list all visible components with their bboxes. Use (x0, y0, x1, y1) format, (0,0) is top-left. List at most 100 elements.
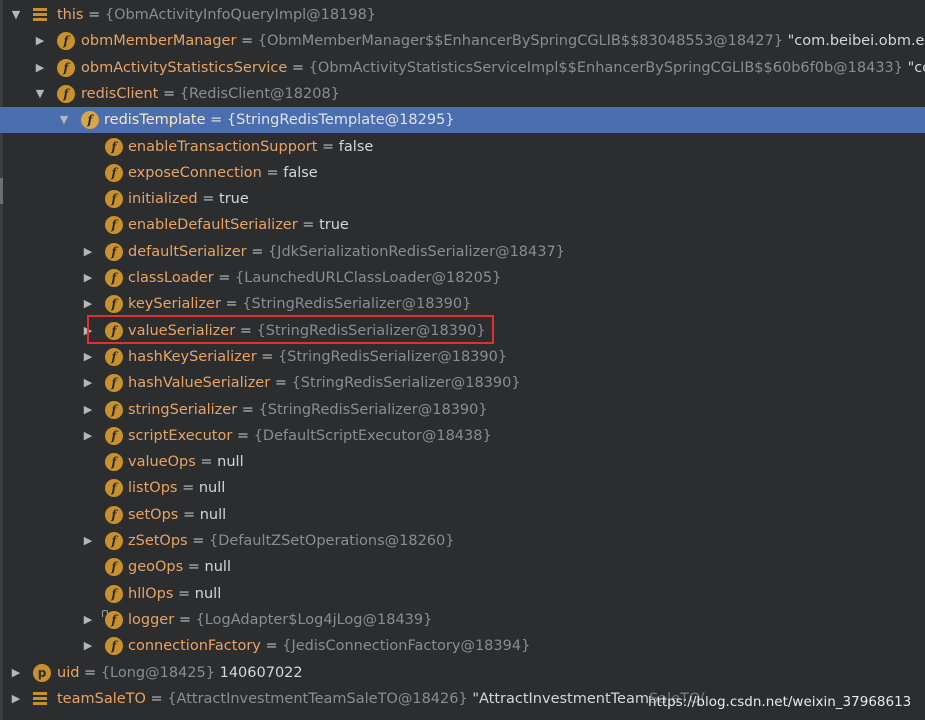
variable-row-classLoader[interactable]: ▶ f classLoader = {LaunchedURLClassLoader@… (0, 265, 925, 291)
expand-arrow-icon[interactable]: ▶ (81, 239, 95, 265)
variable-text: zSetOps = {DefaultZSetOperations@18260} (128, 528, 455, 554)
variable-text: hashValueSerializer = {StringRedisSerial… (128, 370, 521, 396)
expand-arrow-icon[interactable]: ▶ (9, 660, 23, 686)
collapse-arrow-icon[interactable]: ▼ (33, 81, 47, 107)
expand-arrow-icon[interactable]: ▶ (81, 528, 95, 554)
variable-row-logger[interactable]: ▶ f logger = {LogAdapter$Log4jLog@18439} (0, 607, 925, 633)
expand-arrow-icon[interactable]: ▶ (81, 344, 95, 370)
variable-row-listOps[interactable]: f listOps = null (0, 475, 925, 501)
expand-arrow-icon[interactable]: ▶ (81, 291, 95, 317)
variable-row-initialized[interactable]: f initialized = true (0, 186, 925, 212)
equals-sign: = (84, 664, 97, 681)
equals-sign: = (178, 611, 191, 628)
variable-text: hashKeySerializer = {StringRedisSerializ… (128, 344, 507, 370)
variable-row-hllOps[interactable]: f hllOps = null (0, 581, 925, 607)
variable-name: valueOps (128, 454, 196, 471)
expand-arrow-icon[interactable]: ▶ (81, 397, 95, 423)
variable-row-keySerializer[interactable]: ▶ f keySerializer = {StringRedisSerializer… (0, 291, 925, 317)
variable-reference: {LogAdapter$Log4jLog@18439} (195, 611, 433, 628)
variable-text: enableTransactionSupport = false (128, 134, 373, 160)
variable-text: obmMemberManager = {ObmMemberManager$$En… (81, 28, 925, 54)
expand-arrow-icon[interactable]: ▶ (81, 633, 95, 659)
variable-row-obmMemberManager[interactable]: ▶ f obmMemberManager = {ObmMemberManager$$… (0, 28, 925, 54)
variable-row-valueOps[interactable]: f valueOps = null (0, 449, 925, 475)
field-icon: f (105, 137, 123, 156)
variable-value: false (283, 164, 318, 181)
equals-sign: = (225, 296, 238, 313)
equals-sign: = (150, 690, 163, 707)
variable-name: connectionFactory (128, 638, 261, 655)
variable-text: classLoader = {LaunchedURLClassLoader@18… (128, 265, 501, 291)
expand-arrow-icon[interactable]: ▶ (9, 686, 23, 712)
variable-text: defaultSerializer = {JdkSerializationRed… (128, 239, 565, 265)
variable-name: redisClient (81, 85, 159, 102)
field-icon: f (105, 637, 123, 656)
variable-row-this[interactable]: ▼ this = {ObmActivityInfoQueryImpl@18198} (0, 2, 925, 28)
equals-sign: = (291, 59, 305, 76)
expand-arrow-icon[interactable]: ▶ (81, 265, 95, 291)
variable-row-hashValueSerializer[interactable]: ▶ f hashValueSerializer = {StringRedisSeri… (0, 370, 925, 396)
field-icon: f (105, 532, 123, 550)
variable-row-defaultSerializer[interactable]: ▶ f defaultSerializer = {JdkSerializationR… (0, 239, 925, 265)
expand-arrow-icon[interactable]: ▶ (81, 370, 95, 396)
variable-name: exposeConnection (128, 164, 262, 181)
field-icon: f (105, 242, 123, 261)
field-icon: f (105, 558, 123, 577)
field-icon: f (105, 216, 123, 235)
variable-name: hashValueSerializer (128, 375, 271, 392)
variable-text: enableDefaultSerializer = true (128, 212, 349, 238)
variable-row-redisClient[interactable]: ▼ f redisClient = {RedisClient@18208} (0, 81, 925, 107)
field-icon: f (57, 32, 75, 51)
expand-arrow-icon[interactable]: ▶ (33, 28, 47, 54)
collapse-arrow-icon[interactable]: ▼ (57, 107, 71, 133)
watermark-text: https://blog.csdn.net/weixin_37968613 (648, 689, 912, 715)
field-icon: f (105, 163, 123, 182)
equals-sign: = (178, 585, 191, 602)
field-icon: f (105, 190, 123, 209)
variable-name: obmActivityStatisticsService (81, 59, 288, 76)
variable-name: geoOps (128, 559, 184, 576)
variable-row-setOps[interactable]: f setOps = null (0, 502, 925, 528)
variable-name: initialized (128, 191, 198, 208)
collapse-arrow-icon[interactable]: ▼ (9, 2, 23, 28)
field-icon: f (105, 426, 123, 445)
equals-sign: = (265, 638, 278, 655)
variable-row-obmActivityStatisticsService[interactable]: ▶ f obmActivityStatisticsService = {ObmAct… (0, 55, 925, 81)
variable-name: this (57, 7, 84, 23)
variable-reference: {ObmActivityStatisticsServiceImpl$$Enhan… (308, 59, 904, 76)
variable-row-redisTemplate[interactable]: ▼ f redisTemplate = {StringRedisTemplate@1… (0, 107, 925, 134)
variable-name: enableDefaultSerializer (128, 217, 298, 234)
variable-row-scriptExecutor[interactable]: ▶ f scriptExecutor = {DefaultScriptExecuto… (0, 423, 925, 449)
variable-text: hllOps = null (128, 581, 221, 607)
lock-icon (102, 609, 108, 617)
expand-arrow-icon[interactable]: ▶ (81, 607, 95, 633)
field-icon: f (57, 58, 75, 77)
variable-value: false (338, 138, 374, 155)
equals-sign: = (182, 506, 196, 523)
variable-row-exposeConnection[interactable]: f exposeConnection = false (0, 160, 925, 186)
variable-reference: {LaunchedURLClassLoader@18205} (235, 270, 502, 286)
variable-reference: {JdkSerializationRedisSerializer@18437} (267, 243, 565, 260)
variable-text: uid = {Long@18425} 140607022 (57, 660, 303, 686)
variable-text: setOps = null (128, 502, 226, 528)
variable-row-enableTransactionSupport[interactable]: f enableTransactionSupport = false (0, 134, 925, 160)
equals-sign: = (210, 112, 223, 129)
variable-row-geoOps[interactable]: f geoOps = null (0, 554, 925, 580)
variable-row-connectionFactory[interactable]: ▶ f connectionFactory = {JedisConnectionFa… (0, 633, 925, 659)
equals-sign: = (251, 243, 264, 260)
expand-arrow-icon[interactable]: ▶ (33, 55, 47, 81)
field-icon: f (105, 584, 123, 603)
variable-row-enableDefaultSerializer[interactable]: f enableDefaultSerializer = true (0, 212, 925, 238)
equals-sign: = (302, 217, 315, 234)
variable-row-zSetOps[interactable]: ▶ f zSetOps = {DefaultZSetOperations@18260… (0, 528, 925, 554)
variable-row-uid[interactable]: ▶ p uid = {Long@18425} 140607022 (0, 660, 925, 686)
variable-text: obmActivityStatisticsService = {ObmActiv… (81, 55, 925, 81)
equals-sign: = (218, 270, 231, 286)
variable-row-stringSerializer[interactable]: ▶ f stringSerializer = {StringRedisSeriali… (0, 397, 925, 423)
variable-name: hashKeySerializer (128, 348, 257, 365)
field-icon: f (105, 269, 123, 287)
variable-text: stringSerializer = {StringRedisSerialize… (128, 397, 488, 423)
expand-arrow-icon[interactable]: ▶ (81, 423, 95, 449)
variable-value: null (199, 506, 227, 523)
variable-row-hashKeySerializer[interactable]: ▶ f hashKeySerializer = {StringRedisSerial… (0, 344, 925, 370)
